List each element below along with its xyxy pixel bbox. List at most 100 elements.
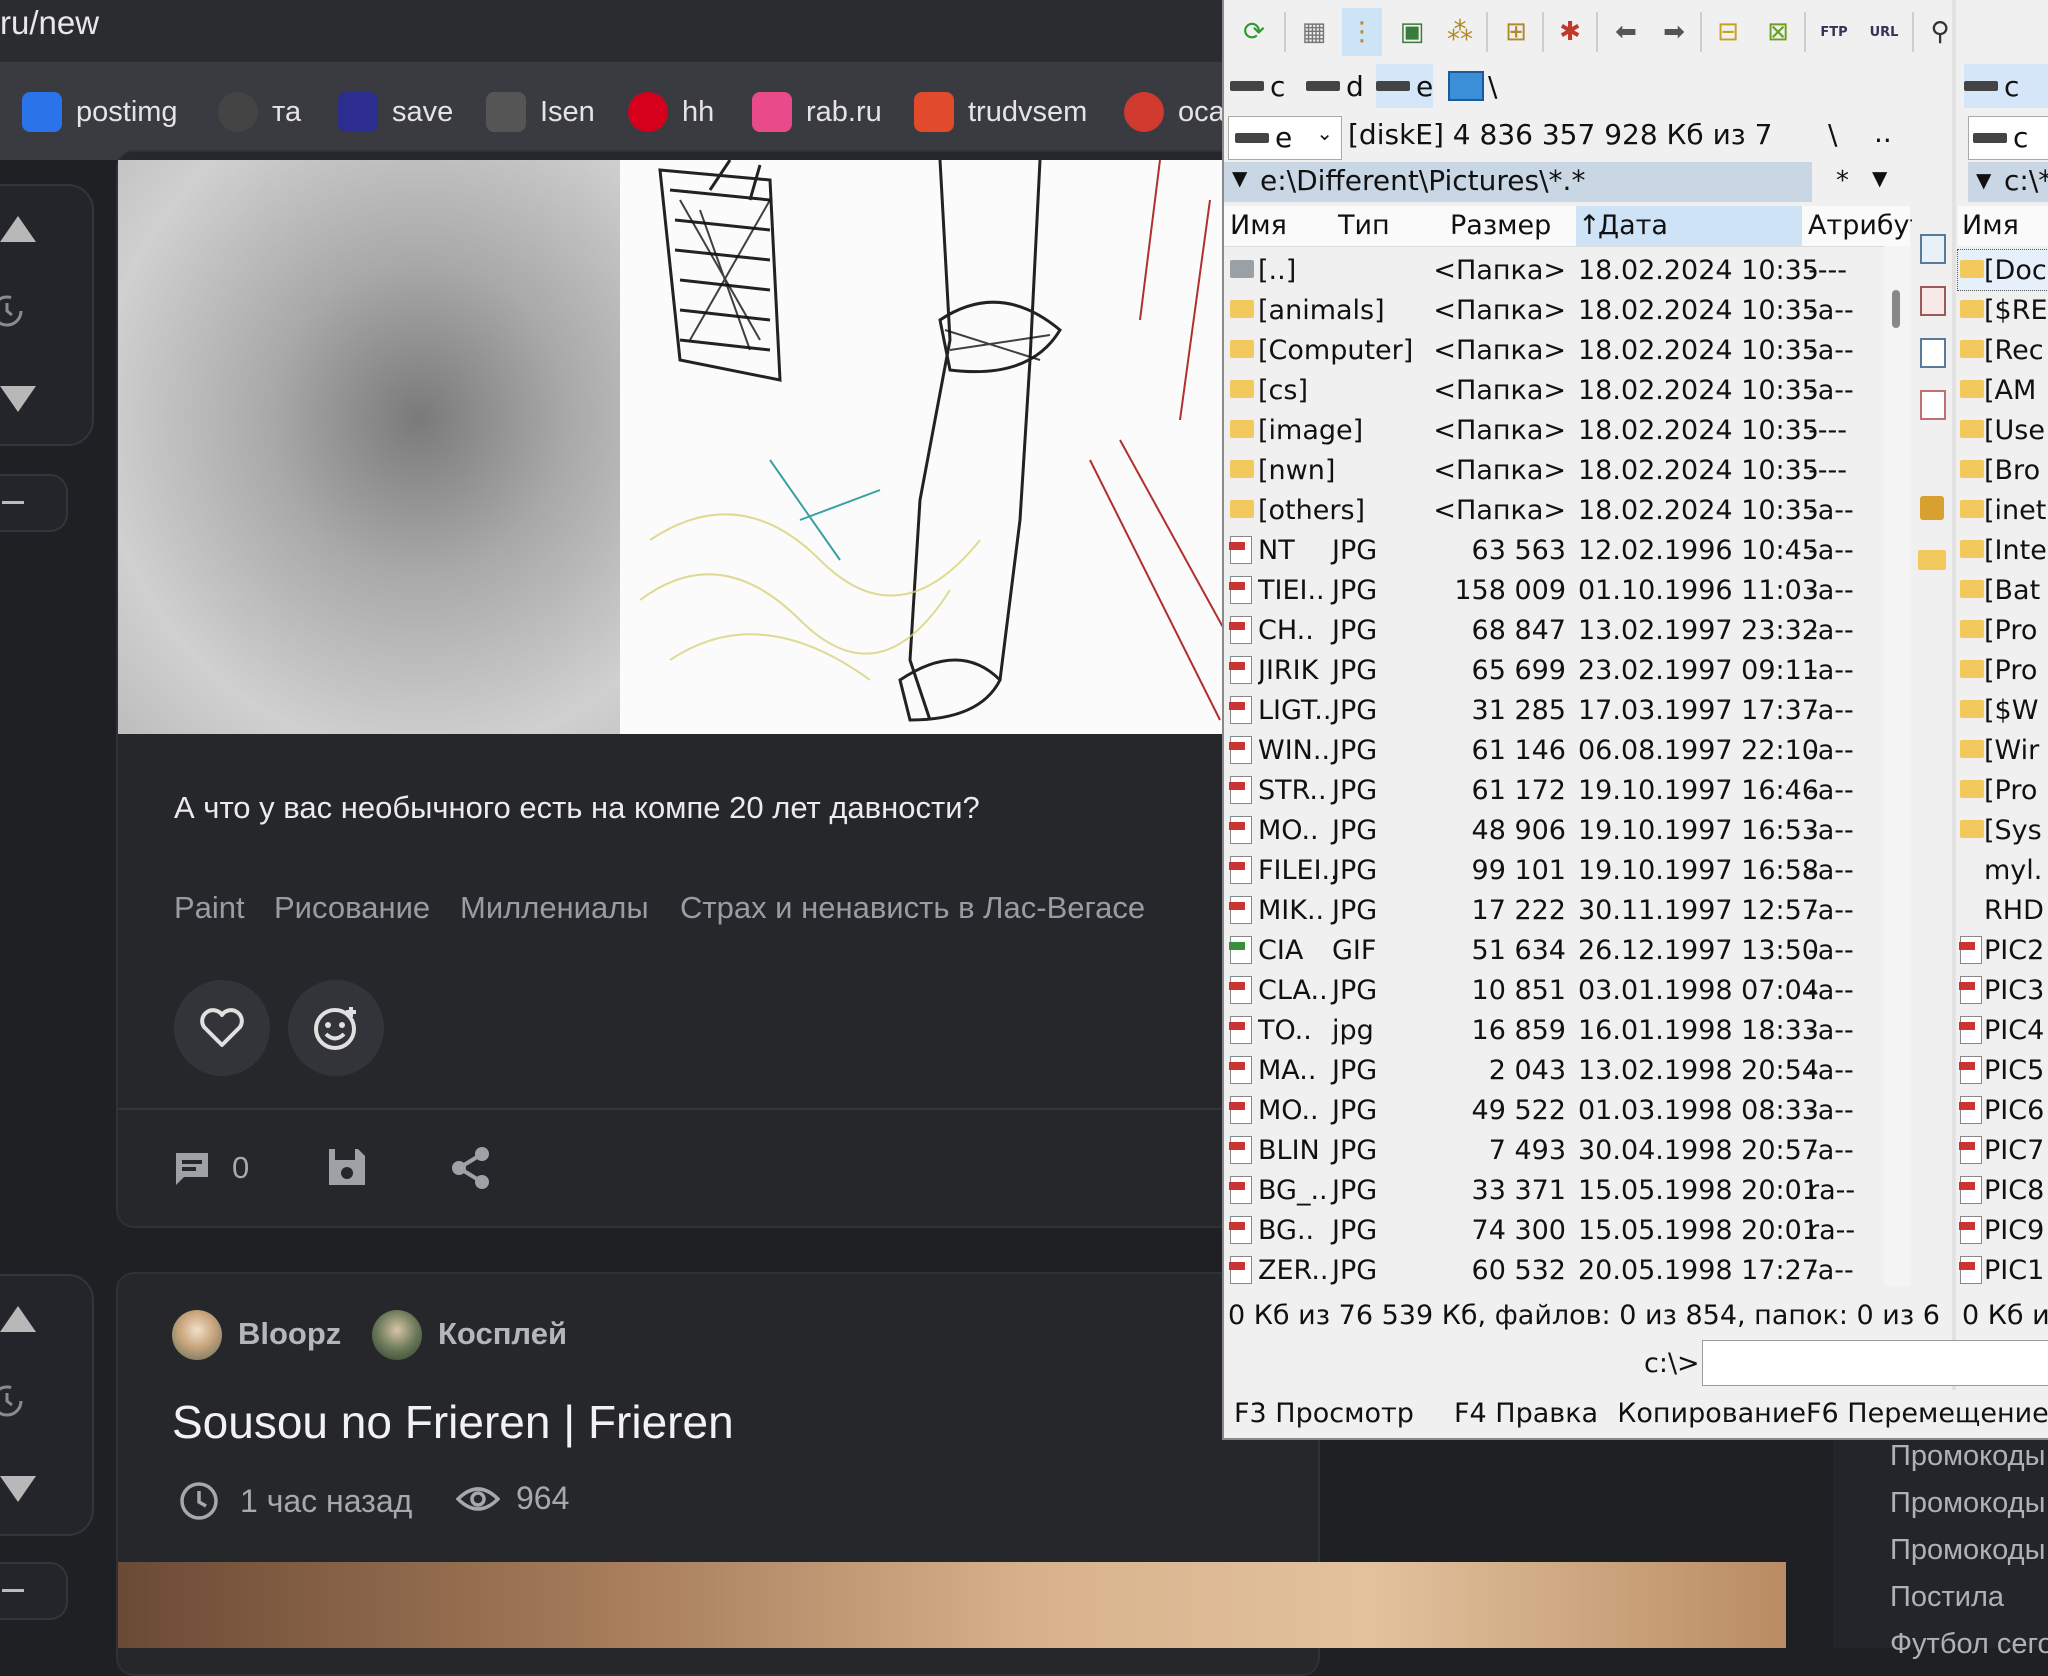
right-file-row[interactable]: RHD xyxy=(1958,890,2048,930)
right-file-row[interactable]: PIC4 xyxy=(1958,1010,2048,1050)
right-file-row[interactable]: [Doc xyxy=(1957,249,2048,291)
drive-c-button[interactable]: c xyxy=(1230,64,1285,108)
select-icon[interactable]: ✱ xyxy=(1550,8,1590,56)
unpack-button[interactable]: ⊠ xyxy=(1758,8,1798,56)
right-drive-c-button[interactable]: c xyxy=(1964,64,2048,108)
file-row[interactable]: MO.. JPG 48 906 19.10.1997 16:53 -a-- xyxy=(1224,810,1910,850)
file-row[interactable]: [Computer] <Папка> 18.02.2024 10:35 -a-- xyxy=(1224,330,1910,370)
bookmark-postimg[interactable]: postimg xyxy=(22,88,178,136)
bookmark-hh[interactable]: hh xyxy=(628,88,714,136)
comments-button[interactable]: 0 xyxy=(172,1146,249,1190)
file-row[interactable]: BG_.. JPG 33 371 15.05.1998 20:01 ra-- xyxy=(1224,1170,1910,1210)
collapse-button[interactable] xyxy=(0,474,68,532)
right-path-bar[interactable]: ▼ c:\*.* xyxy=(1968,162,2048,202)
address-bar[interactable]: ru/new xyxy=(0,0,1230,62)
right-file-row[interactable]: [Bat xyxy=(1958,570,2048,610)
right-file-row[interactable]: [Use xyxy=(1958,410,2048,450)
right-drive-select[interactable]: c xyxy=(1968,116,2048,160)
upvote-button[interactable] xyxy=(0,1306,36,1332)
tag-paint[interactable]: Paint xyxy=(174,890,245,926)
right-file-row[interactable]: PIC1 xyxy=(1958,1250,2048,1290)
right-file-row[interactable]: [Wir xyxy=(1958,730,2048,770)
right-file-row[interactable]: [Pro xyxy=(1958,650,2048,690)
like-button[interactable] xyxy=(174,980,270,1076)
drive-select[interactable]: e ⌄ xyxy=(1228,116,1342,160)
parent-dir-button[interactable]: .. xyxy=(1874,116,1892,149)
file-row[interactable]: WIN.. JPG 61 146 06.08.1997 22:10 -a-- xyxy=(1224,730,1910,770)
post-title[interactable]: Sousou no Frieren | Frieren xyxy=(172,1395,734,1449)
hotlist-button[interactable]: ▼ xyxy=(1872,166,1887,190)
sidebar-link[interactable]: Промокоды xyxy=(1890,1487,2045,1520)
file-row[interactable]: LIGT.. JPG 31 285 17.03.1997 17:37 -a-- xyxy=(1224,690,1910,730)
file-row[interactable]: ZER.. JPG 60 532 20.05.1998 17:27 -a-- xyxy=(1224,1250,1910,1290)
bookmark-trudvsem[interactable]: trudvsem xyxy=(914,88,1087,136)
refresh-button[interactable]: ⟳ xyxy=(1234,8,1274,56)
right-file-row[interactable]: [AM xyxy=(1958,370,2048,410)
full-view-button[interactable]: ⋮ xyxy=(1342,8,1382,56)
reaction-button[interactable] xyxy=(288,980,384,1076)
bookmark-Isen[interactable]: Isen xyxy=(486,88,595,136)
right-file-row[interactable]: [Bro xyxy=(1958,450,2048,490)
right-file-row[interactable]: [Pro xyxy=(1958,610,2048,650)
drive-e-button[interactable]: e xyxy=(1376,64,1434,108)
file-row[interactable]: [others] <Папка> 18.02.2024 10:35 -a-- xyxy=(1224,490,1910,530)
file-row[interactable]: CH.. JPG 68 847 13.02.1997 23:32 -a-- xyxy=(1224,610,1910,650)
bookmark-save[interactable]: save xyxy=(338,88,453,136)
f5-copy-button[interactable]: F5 Копирование xyxy=(1620,1398,1806,1434)
file-row[interactable]: STR.. JPG 61 172 19.10.1997 16:46 -a-- xyxy=(1224,770,1910,810)
right-file-row[interactable]: PIC7 xyxy=(1958,1130,2048,1170)
file-row[interactable]: BLIN JPG 7 493 30.04.1998 20:57 -a-- xyxy=(1224,1130,1910,1170)
upvote-button[interactable] xyxy=(0,216,36,242)
collapse-button[interactable] xyxy=(0,1562,68,1620)
history-icon[interactable] xyxy=(0,1384,24,1418)
file-row[interactable]: CLA.. JPG 10 851 03.01.1998 07:04 -a-- xyxy=(1224,970,1910,1010)
right-file-row[interactable]: myl. xyxy=(1958,850,2048,890)
file-row[interactable]: [..] <Папка> 18.02.2024 10:35 ---- xyxy=(1224,250,1910,290)
file-row[interactable]: FILEI.. JPG 99 101 19.10.1997 16:58 -a-- xyxy=(1224,850,1910,890)
file-row[interactable]: MIK.. JPG 17 222 30.11.1997 12:57 -a-- xyxy=(1224,890,1910,930)
right-file-row[interactable]: [$W xyxy=(1958,690,2048,730)
header-attr[interactable]: Атрибут xyxy=(1808,210,1925,241)
author-avatar[interactable] xyxy=(172,1310,222,1360)
compare-dirs-button[interactable]: ⊞ xyxy=(1496,8,1536,56)
file-row[interactable]: [cs] <Папка> 18.02.2024 10:35 -a-- xyxy=(1224,370,1910,410)
right-file-row[interactable]: PIC6 xyxy=(1958,1090,2048,1130)
tag-fear-and-loathing[interactable]: Страх и ненависть в Лас-Вегасе xyxy=(680,890,1145,926)
right-file-row[interactable]: PIC9 xyxy=(1958,1210,2048,1250)
root-button[interactable]: \ xyxy=(1828,118,1837,151)
f4-edit-button[interactable]: F4 Правка xyxy=(1454,1398,1604,1434)
url-text[interactable]: ru/new xyxy=(0,4,99,42)
vertical-scrollbar[interactable] xyxy=(1884,246,1910,1286)
scrollbar-thumb[interactable] xyxy=(1892,290,1900,328)
right-file-row[interactable]: [Inte xyxy=(1958,530,2048,570)
header-type[interactable]: Тип xyxy=(1338,210,1390,241)
file-row[interactable]: TO.. jpg 16 859 16.01.1998 18:33 -a-- xyxy=(1224,1010,1910,1050)
sidebar-link[interactable]: Промокоды xyxy=(1890,1534,2045,1567)
right-file-row[interactable]: PIC2 xyxy=(1958,930,2048,970)
downvote-button[interactable] xyxy=(0,1476,36,1502)
file-row[interactable]: TIEI.. JPG 158 009 01.10.1996 11:03 -a-- xyxy=(1224,570,1910,610)
file-row[interactable]: [nwn] <Папка> 18.02.2024 10:35 ---- xyxy=(1224,450,1910,490)
right-file-row[interactable]: [Rec xyxy=(1958,330,2048,370)
file-row[interactable]: BG.. JPG 74 300 15.05.1998 20:01 ra-- xyxy=(1224,1210,1910,1250)
file-row[interactable]: MA.. JPG 2 043 13.02.1998 20:54 -a-- xyxy=(1224,1050,1910,1090)
tag-millennials[interactable]: Миллениалы xyxy=(460,890,649,926)
url-button[interactable]: URL xyxy=(1864,8,1904,56)
forward-button[interactable]: ➡ xyxy=(1654,8,1694,56)
sidebar-link[interactable]: Промокоды xyxy=(1890,1440,2045,1473)
find-file-icon[interactable] xyxy=(1920,286,1946,316)
right-file-row[interactable]: [Sys xyxy=(1958,810,2048,850)
post-image[interactable] xyxy=(118,1562,1786,1648)
bookmark-оса[interactable]: оса xyxy=(1124,88,1225,136)
command-line-input[interactable] xyxy=(1702,1340,2048,1386)
left-path-bar[interactable]: ▼ e:\Different\Pictures\*.* xyxy=(1224,162,1812,202)
file-row[interactable]: [image] <Папка> 18.02.2024 10:35 ---- xyxy=(1224,410,1910,450)
ftp-button[interactable]: FTP xyxy=(1814,8,1854,56)
right-file-row[interactable]: [Pro xyxy=(1958,770,2048,810)
sidebar-link[interactable]: Постила xyxy=(1890,1581,2004,1614)
community-avatar[interactable] xyxy=(372,1310,422,1360)
search-icon[interactable] xyxy=(1920,234,1946,264)
header-size[interactable]: Размер xyxy=(1450,210,1551,241)
tag-drawing[interactable]: Рисование xyxy=(274,890,430,926)
tree-button[interactable]: ⁂ xyxy=(1440,8,1480,56)
